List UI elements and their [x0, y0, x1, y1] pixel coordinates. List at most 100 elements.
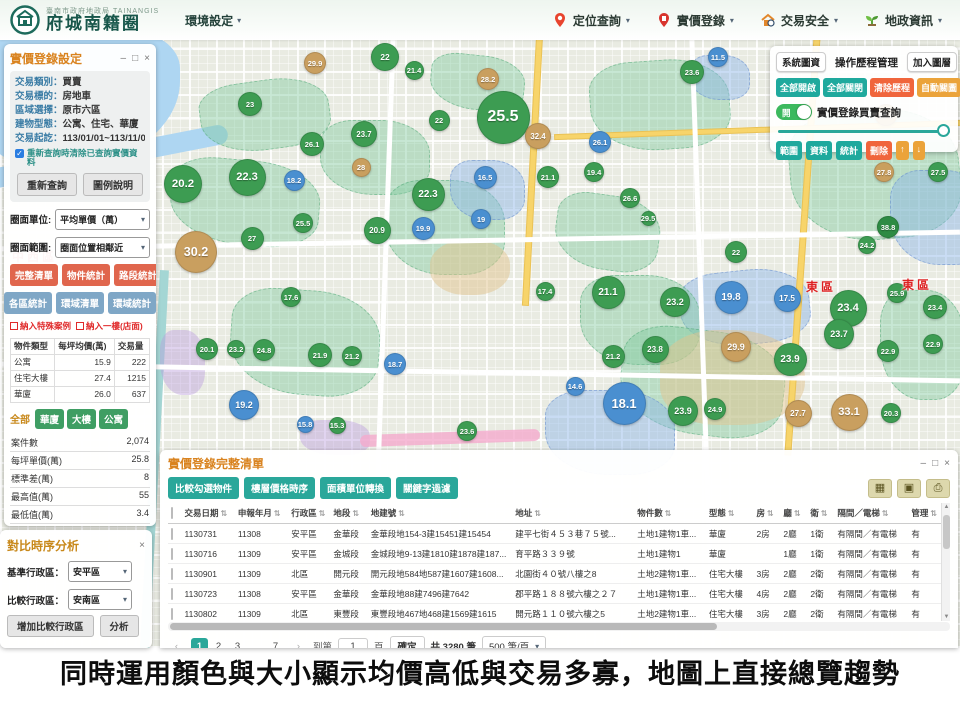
circle-range-select[interactable]: 圈面位置相鄰近▾	[55, 237, 150, 258]
table-row[interactable]: 113073111308安平區金華段金華段地154-3建15451建15454建…	[168, 524, 950, 544]
minimize-icon[interactable]: –	[121, 53, 127, 64]
sort-icon[interactable]: ⇅	[352, 509, 359, 518]
list-tool-button[interactable]: 樓層價格時序	[244, 477, 315, 499]
price-circle[interactable]: 27.5	[928, 162, 948, 182]
maximize-icon[interactable]: □	[932, 458, 938, 469]
price-circle[interactable]: 22.9	[923, 334, 943, 354]
close-icon[interactable]: ×	[144, 53, 150, 64]
price-circle[interactable]: 23.6	[457, 421, 477, 441]
legend-button[interactable]: 圖例說明	[83, 173, 143, 196]
column-header[interactable]: 隔間／電梯⇅	[834, 503, 908, 524]
price-circle[interactable]: 20.1	[196, 338, 218, 360]
price-circle[interactable]: 32.4	[525, 123, 551, 149]
price-circle[interactable]: 22	[429, 110, 450, 131]
price-circle[interactable]: 29.9	[304, 52, 326, 74]
price-circle[interactable]: 15.8	[297, 416, 314, 433]
list-tool-button[interactable]: 比較勾選物件	[168, 477, 239, 499]
price-circle[interactable]: 23.2	[227, 340, 245, 358]
row-checkbox[interactable]	[171, 548, 173, 560]
area-stat-button[interactable]: 環域統計	[108, 292, 156, 314]
column-header[interactable]: 廳⇅	[780, 503, 807, 524]
type-filter-chip[interactable]: 大樓	[67, 409, 96, 429]
table-row[interactable]: 113071611309安平區金城段金城段地9-13建1810建1878建187…	[168, 544, 950, 564]
layers-action-button[interactable]: 清除歷程	[870, 78, 914, 97]
sort-icon[interactable]: ⇅	[221, 509, 228, 518]
price-circle[interactable]: 30.2	[175, 231, 217, 273]
per-page-select[interactable]: 500 筆/頁▾	[482, 636, 546, 648]
price-circle[interactable]: 21.9	[308, 343, 332, 367]
add-compare-district-button[interactable]: 增加比較行政區	[7, 615, 94, 637]
row-checkbox[interactable]	[171, 528, 173, 540]
price-circle[interactable]: 21.2	[342, 346, 362, 366]
price-circle[interactable]: 18.2	[284, 170, 305, 191]
page-button-3[interactable]: 3	[229, 638, 246, 649]
type-filter-chip[interactable]: 公寓	[99, 409, 128, 429]
close-icon[interactable]: ×	[944, 458, 950, 469]
layer-row-button[interactable]: 統計	[836, 141, 862, 160]
price-circle[interactable]: 23.7	[351, 121, 377, 147]
list-tool-button[interactable]: 關鍵字過濾	[396, 477, 458, 499]
area-stat-button[interactable]: 各區統計	[4, 292, 52, 314]
type-filter-chip[interactable]: 華廈	[35, 409, 64, 429]
confirm-page-button[interactable]: 確定	[390, 636, 425, 648]
layer-row-button[interactable]: ↑	[896, 141, 909, 160]
price-circle[interactable]: 28	[352, 158, 371, 177]
price-circle[interactable]: 21.1	[592, 276, 625, 309]
price-circle[interactable]: 16.5	[474, 166, 497, 189]
price-circle[interactable]: 19	[471, 209, 491, 229]
price-circle[interactable]: 25.5	[477, 91, 530, 144]
price-circle[interactable]: 24.9	[704, 398, 726, 420]
list-stat-button[interactable]: 物件統計	[62, 264, 110, 286]
layer-row-button[interactable]: ↓	[913, 141, 926, 160]
special-case-checkbox[interactable]: 納入一樓(店面)	[76, 320, 143, 332]
column-header[interactable]: 行政區⇅	[288, 503, 330, 524]
checkbox-icon[interactable]	[171, 507, 173, 519]
opacity-slider[interactable]	[778, 124, 950, 138]
price-circle[interactable]: 23.7	[824, 319, 854, 349]
area-stat-button[interactable]: 環域清單	[56, 292, 104, 314]
close-icon[interactable]: ×	[139, 540, 145, 551]
base-district-select[interactable]: 安平區▾	[68, 561, 132, 582]
layers-action-button[interactable]: 全部關閉	[823, 78, 867, 97]
page-button-7[interactable]: 7	[267, 638, 284, 649]
sort-icon[interactable]: ⇅	[274, 509, 281, 518]
sort-icon[interactable]: ⇅	[882, 509, 889, 518]
clear-on-requery-checkbox[interactable]: ✓ 重新查詢時清除已查詢實價資料	[15, 149, 145, 168]
price-circle[interactable]: 23.8	[642, 336, 669, 363]
page-button-1[interactable]: 1	[191, 638, 208, 649]
column-header[interactable]: 地址⇅	[512, 503, 634, 524]
table-row[interactable]: 113090111309北區開元段開元段地584地587建1607建1608..…	[168, 564, 950, 584]
price-circle[interactable]: 25.5	[293, 213, 313, 233]
column-header[interactable]: 地段⇅	[330, 503, 367, 524]
minimize-icon[interactable]: –	[921, 458, 927, 469]
column-header[interactable]: 地建號⇅	[368, 503, 513, 524]
price-circle[interactable]: 26.1	[300, 132, 324, 156]
sort-icon[interactable]: ⇅	[665, 509, 672, 518]
compare-district-select[interactable]: 安南區▾	[68, 589, 132, 610]
prev-page-button[interactable]: ‹	[168, 638, 185, 649]
layers-tab-系統圖資[interactable]: 系統圖資	[776, 52, 826, 72]
table-icon[interactable]: ▦	[868, 479, 892, 498]
sort-icon[interactable]: ⇅	[319, 509, 326, 518]
column-header[interactable]: 交易日期⇅	[182, 503, 235, 524]
price-circle[interactable]: 15.3	[329, 417, 346, 434]
price-circle[interactable]: 17.5	[774, 285, 801, 312]
goto-page-input[interactable]	[338, 638, 368, 648]
sort-icon[interactable]: ⇅	[534, 509, 541, 518]
table-row[interactable]: 113072311308安平區金華段金華段地88建7496建7642郡平路１８８…	[168, 584, 950, 604]
price-circle[interactable]: 20.9	[364, 217, 391, 244]
price-circle[interactable]: 19.2	[229, 390, 259, 420]
price-circle[interactable]: 26.6	[620, 188, 640, 208]
price-circle[interactable]: 27	[241, 227, 264, 250]
sort-icon[interactable]: ⇅	[398, 509, 405, 518]
analyze-button[interactable]: 分析	[100, 615, 139, 637]
nav-item-locate[interactable]: 定位查詢▾	[552, 12, 630, 29]
select-all-checkbox[interactable]	[168, 503, 182, 524]
vertical-scrollbar[interactable]: ▲▼	[941, 503, 950, 621]
price-circle[interactable]: 23.9	[668, 396, 698, 426]
price-circle[interactable]: 29.5	[641, 211, 656, 226]
horizontal-scrollbar[interactable]	[168, 622, 950, 631]
sort-icon[interactable]: ⇅	[728, 509, 735, 518]
row-checkbox[interactable]	[171, 588, 173, 600]
print-icon[interactable]: ⎙	[926, 479, 950, 498]
